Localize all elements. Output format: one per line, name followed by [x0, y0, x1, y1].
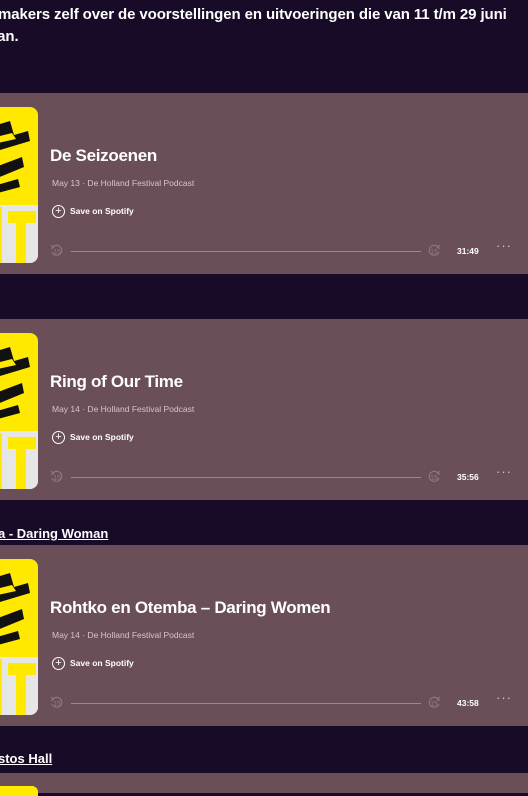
- plus-circle-icon: +: [52, 430, 65, 444]
- skip-back-15-icon[interactable]: 15: [50, 244, 64, 258]
- plus-circle-icon: +: [52, 656, 65, 670]
- skip-back-15-icon[interactable]: 15: [50, 696, 64, 710]
- link-stos-hall[interactable]: stos Hall: [0, 751, 52, 766]
- progress-track[interactable]: [71, 477, 421, 478]
- intro-line-1: makers zelf over de voorstellingen en ui…: [0, 6, 507, 23]
- skip-forward-15-icon[interactable]: 15: [427, 244, 441, 258]
- episode-duration: 43:58: [457, 698, 479, 708]
- episode-title[interactable]: De Seizoenen: [50, 146, 157, 166]
- save-on-spotify-button[interactable]: + Save on Spotify: [52, 204, 134, 218]
- more-options-button[interactable]: ···: [496, 464, 512, 479]
- podcast-cover-art[interactable]: [0, 333, 38, 489]
- podcast-cover-art: [0, 786, 38, 796]
- podcast-embed-de-seizoenen: De Seizoenen May 13 · De Holland Festiva…: [0, 93, 528, 274]
- more-options-button[interactable]: ···: [496, 238, 512, 253]
- playback-bar: 15 15 43:58 ···: [50, 690, 528, 712]
- progress-track[interactable]: [71, 703, 421, 704]
- more-options-button[interactable]: ···: [496, 690, 512, 705]
- save-on-spotify-button[interactable]: + Save on Spotify: [52, 430, 134, 444]
- podcast-cover-art[interactable]: [0, 559, 38, 715]
- link-daring-woman[interactable]: a - Daring Woman: [0, 526, 108, 541]
- intro-text: makers zelf over de voorstellingen en ui…: [0, 4, 528, 48]
- progress-track[interactable]: [71, 251, 421, 252]
- episode-meta: May 14 · De Holland Festival Podcast: [52, 630, 195, 640]
- podcast-embed-ring-of-our-time: Ring of Our Time May 14 · De Holland Fes…: [0, 319, 528, 500]
- episode-duration: 31:49: [457, 246, 479, 256]
- episode-meta: May 14 · De Holland Festival Podcast: [52, 404, 195, 414]
- playback-bar: 15 15 35:56 ···: [50, 464, 528, 486]
- episode-duration: 35:56: [457, 472, 479, 482]
- episode-title[interactable]: Rohtko en Otemba – Daring Women: [50, 598, 331, 618]
- podcast-cover-art[interactable]: [0, 107, 38, 263]
- skip-back-15-icon[interactable]: 15: [50, 470, 64, 484]
- save-label: Save on Spotify: [70, 658, 134, 668]
- save-label: Save on Spotify: [70, 432, 134, 442]
- skip-forward-15-icon[interactable]: 15: [427, 696, 441, 710]
- plus-circle-icon: +: [52, 204, 65, 218]
- episode-title[interactable]: Ring of Our Time: [50, 372, 183, 392]
- episode-meta: May 13 · De Holland Festival Podcast: [52, 178, 195, 188]
- save-label: Save on Spotify: [70, 206, 134, 216]
- skip-forward-15-icon[interactable]: 15: [427, 470, 441, 484]
- podcast-embed-daring-women: Rohtko en Otemba – Daring Women May 14 ·…: [0, 545, 528, 726]
- podcast-embed-partial: [0, 773, 528, 796]
- playback-bar: 15 15 31:49 ···: [50, 238, 528, 260]
- save-on-spotify-button[interactable]: + Save on Spotify: [52, 656, 134, 670]
- intro-line-2: taan.: [0, 28, 19, 45]
